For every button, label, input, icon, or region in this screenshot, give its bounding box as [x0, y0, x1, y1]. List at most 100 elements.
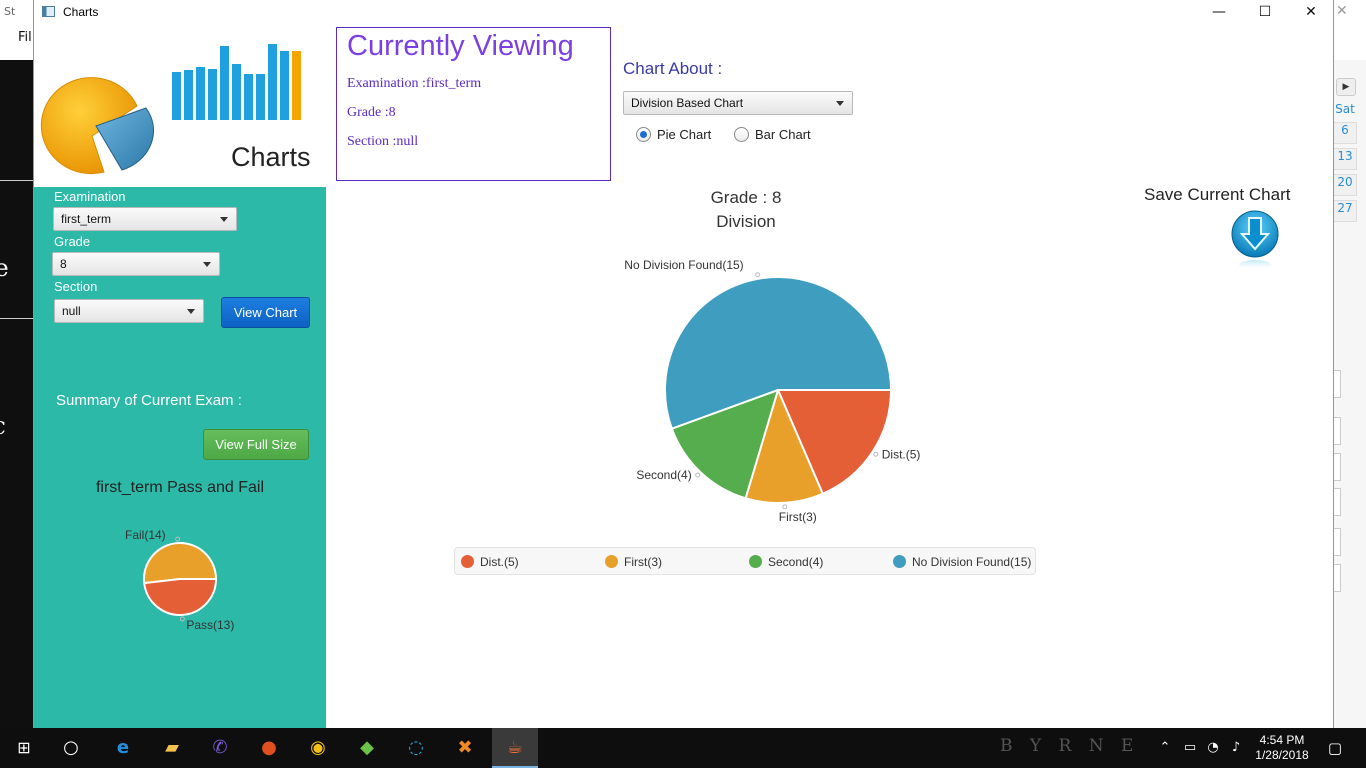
currently-viewing-panel: Currently Viewing Examination :first_ter… [336, 27, 611, 181]
section-select[interactable]: null [54, 299, 204, 323]
chrome-icon[interactable]: ◉ [305, 736, 331, 760]
legend-item: Second(4) [749, 555, 823, 569]
background-text: 0 [0, 88, 1, 118]
save-current-chart-label: Save Current Chart [1144, 185, 1291, 204]
calendar-day[interactable]: 27 [1333, 200, 1357, 222]
calendar-next-button[interactable]: ▶ [1336, 78, 1356, 96]
legend-swatch [461, 555, 474, 568]
examination-select-value: first_term [61, 212, 112, 226]
chart-about-label: Chart About : [623, 59, 723, 78]
windows-start-icon[interactable]: ⊞ [11, 736, 37, 760]
pie-slice-label: Dist.(5) [882, 447, 921, 461]
calendar-header: Sat [1335, 102, 1355, 116]
background-text: Se [0, 254, 9, 282]
pie-label-marker [695, 472, 701, 478]
legend-swatch [749, 555, 762, 568]
grade-select[interactable]: 8 [52, 252, 220, 276]
pie-label-marker [755, 272, 761, 278]
pie-label-marker [179, 616, 185, 622]
calendar-day[interactable]: 20 [1333, 174, 1357, 196]
cortana-icon[interactable]: ○ [58, 736, 84, 760]
view-full-size-button[interactable]: View Full Size [203, 429, 309, 460]
window-app-icon [42, 6, 55, 17]
legend-label: Dist.(5) [480, 555, 519, 569]
calendar-day[interactable]: 6 [1333, 122, 1357, 144]
pie-slice [143, 578, 218, 616]
legend-swatch [893, 555, 906, 568]
tray-time: 4:54 PM [1259, 733, 1305, 747]
chart-subtitle: Division [716, 212, 776, 231]
current-examination: Examination :first_term [347, 76, 482, 91]
app-icon[interactable]: ◌ [403, 736, 429, 760]
chart-about-select-value: Division Based Chart [631, 96, 744, 110]
java-icon[interactable]: ☕ [502, 736, 528, 760]
radio-selected-icon [636, 127, 651, 142]
taskbar: ⊞ ○ e ▰ ✆ ● ◉ ◆ ◌ ✖ ☕ B Y R N E ⌃ ▭ ◔ ♪ … [0, 728, 1366, 768]
charts-window: Charts — ☐ ✕ Charts Examination first_te… [33, 0, 1334, 728]
chart-legend: Dist.(5) First(3) Second(4) No Division … [454, 547, 1036, 575]
pie-slice-label: Second(4) [636, 468, 691, 482]
tray-date: 1/28/2018 [1255, 748, 1309, 762]
pie-label-marker [782, 504, 788, 510]
pie-slice-label: No Division Found(15) [624, 258, 743, 272]
charts-logo: Charts [34, 24, 326, 180]
radio-unselected-icon [734, 127, 749, 142]
pie-chart-radio-label: Pie Chart [657, 127, 712, 142]
view-chart-button[interactable]: View Chart [221, 297, 310, 328]
pie-slice-label: First(3) [779, 510, 817, 524]
mini-chart-title: first_term Pass and Fail [95, 479, 265, 496]
legend-label: First(3) [624, 555, 662, 569]
section-select-value: null [62, 304, 81, 318]
legend-label: Second(4) [768, 555, 824, 569]
pie-label-marker [873, 451, 879, 457]
chart-title: Grade : 8 [710, 188, 782, 207]
bar-chart-radio-label: Bar Chart [755, 127, 811, 142]
summary-label: Summary of Current Exam : [56, 392, 242, 409]
volume-icon[interactable]: ♪ [1223, 736, 1249, 760]
legend-item: No Division Found(15) [893, 555, 1031, 569]
examination-select[interactable]: first_term [53, 207, 237, 231]
title-bar: Charts — ☐ ✕ [34, 0, 1333, 24]
desktop-watermark: B Y R N E [1000, 736, 1140, 756]
current-section: Section :null [347, 134, 419, 149]
xampp-icon[interactable]: ✖ [452, 736, 478, 760]
logo-text: Charts [231, 142, 311, 172]
currently-viewing-heading: Currently Viewing [347, 30, 574, 62]
calendar-day[interactable]: 13 [1333, 148, 1357, 170]
legend-label: No Division Found(15) [912, 555, 1032, 569]
background-app-menu[interactable]: Fil [18, 30, 32, 45]
pie-slice [143, 542, 218, 585]
grade-select-value: 8 [60, 257, 67, 271]
examination-label: Examination [54, 189, 126, 204]
notifications-icon[interactable]: ▢ [1322, 736, 1348, 760]
window-title: Charts [63, 5, 99, 19]
current-grade: Grade :8 [347, 105, 396, 120]
chart-about-select[interactable]: Division Based Chart [623, 91, 853, 115]
legend-item: Dist.(5) [461, 555, 519, 569]
viber-icon[interactable]: ✆ [207, 736, 233, 760]
legend-item: First(3) [605, 555, 662, 569]
background-text: C [0, 418, 6, 439]
chevron-down-icon [220, 217, 228, 222]
chevron-down-icon [836, 101, 844, 106]
maximize-button[interactable]: ☐ [1242, 0, 1288, 24]
close-button[interactable]: ✕ [1288, 0, 1334, 24]
background-dark-panel: 0 S U Se C [0, 60, 34, 728]
file-explorer-icon[interactable]: ▰ [159, 736, 185, 760]
app-icon[interactable]: ◆ [354, 736, 380, 760]
division-pie-chart: Dist.(5) First(3) Second(4) No Division Fou… [624, 258, 921, 524]
pass-fail-pie-chart: Fail(14) Pass(13) [125, 528, 234, 632]
minimize-button[interactable]: — [1196, 0, 1242, 24]
background-close-icon[interactable]: ✕ [1336, 3, 1348, 19]
tray-clock[interactable]: 4:54 PM 1/28/2018 [1252, 733, 1312, 763]
pie-label-marker [175, 536, 181, 542]
download-arrow-icon[interactable] [1231, 210, 1279, 272]
pie-slice-label: Fail(14) [125, 528, 166, 542]
pie-slice-label: Pass(13) [186, 618, 234, 632]
tray-chevron-up-icon[interactable]: ⌃ [1152, 736, 1178, 760]
grade-label: Grade [54, 234, 91, 249]
chevron-down-icon [187, 309, 195, 314]
app-icon[interactable]: ● [256, 736, 282, 760]
edge-icon[interactable]: e [110, 736, 136, 760]
section-label: Section [54, 279, 98, 294]
